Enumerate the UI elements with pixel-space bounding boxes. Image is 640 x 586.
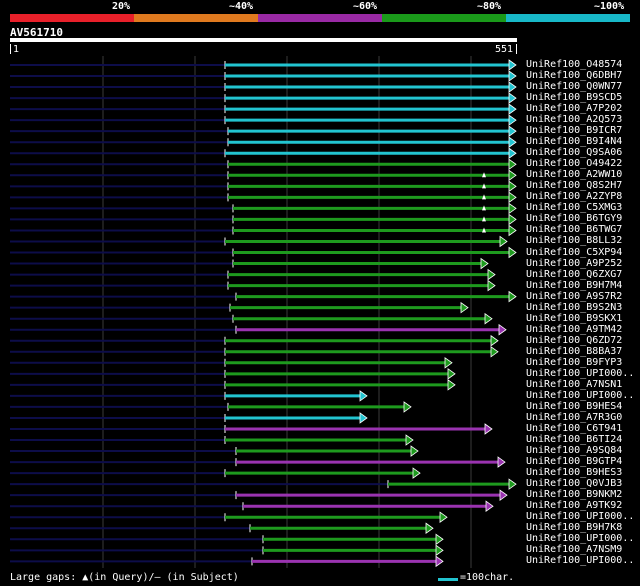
hit-label[interactable]: UniRef100_A7P202 bbox=[526, 103, 622, 114]
hit-arrow-icon bbox=[435, 555, 444, 568]
hit-label[interactable]: UniRef100_Q6ZD72 bbox=[526, 335, 622, 346]
hit-arrow-icon bbox=[508, 478, 517, 490]
hit-arrow-icon bbox=[508, 202, 517, 215]
hit-arrow-icon bbox=[487, 268, 496, 281]
hit-arrow-icon bbox=[359, 412, 368, 424]
hit-label[interactable]: UniRef100_B9HES3 bbox=[526, 467, 622, 478]
hit-label[interactable]: UniRef100_B9S2N3 bbox=[526, 302, 622, 313]
hit-label[interactable]: UniRef100_B9H7M4 bbox=[526, 280, 622, 291]
hit-arrow-icon bbox=[444, 357, 453, 369]
hit-label[interactable]: UniRef100_B9ICR7 bbox=[526, 125, 622, 136]
hit-label[interactable]: UniRef100_A9TK92 bbox=[526, 500, 622, 511]
hit-label[interactable]: UniRef100_B9FYP3 bbox=[526, 357, 622, 368]
hit-arrow-icon bbox=[447, 379, 456, 391]
hit-arrow-icon bbox=[487, 279, 496, 292]
hit-arrow-icon bbox=[508, 213, 517, 226]
hit-label[interactable]: UniRef100_UPI000.. bbox=[526, 533, 634, 544]
hit-arrow-icon bbox=[490, 346, 499, 358]
hit-label[interactable]: UniRef100_A9P252 bbox=[526, 258, 622, 269]
hit-arrow-icon bbox=[499, 489, 508, 501]
hit-label[interactable]: UniRef100_Q9SA06 bbox=[526, 147, 622, 158]
hit-label[interactable]: UniRef100_B9HES4 bbox=[526, 401, 622, 412]
hit-label[interactable]: UniRef100_UPI000.. bbox=[526, 555, 634, 566]
hit-arrow-icon bbox=[435, 533, 444, 546]
hit-arrow-icon bbox=[460, 301, 469, 314]
hit-arrow-icon bbox=[497, 456, 506, 468]
hit-label[interactable]: UniRef100_A7R3G0 bbox=[526, 412, 622, 423]
hit-arrow-icon bbox=[508, 191, 517, 204]
hit-label[interactable]: UniRef100_A9TM42 bbox=[526, 324, 622, 335]
hit-label[interactable]: UniRef100_O49422 bbox=[526, 158, 622, 169]
hit-label[interactable]: UniRef100_A2ZYP8 bbox=[526, 191, 622, 202]
hit-label[interactable]: UniRef100_C6T941 bbox=[526, 423, 622, 434]
hit-label[interactable]: UniRef100_B6TI24 bbox=[526, 434, 622, 445]
hit-arrow-icon bbox=[405, 434, 414, 446]
hit-label[interactable]: UniRef100_Q6DBH7 bbox=[526, 70, 622, 81]
hit-label[interactable]: UniRef100_B9NKM2 bbox=[526, 489, 622, 500]
scale-bar bbox=[438, 578, 458, 581]
hit-label[interactable]: UniRef100_Q0VJB3 bbox=[526, 478, 622, 489]
hit-label[interactable]: UniRef100_A7NSM9 bbox=[526, 544, 622, 555]
hit-label[interactable]: UniRef100_B9SKX1 bbox=[526, 313, 622, 324]
hit-label[interactable]: UniRef100_UPI000.. bbox=[526, 368, 634, 379]
hit-label[interactable]: UniRef100_C5XP94 bbox=[526, 247, 622, 258]
hit-label[interactable]: UniRef100_UPI000.. bbox=[526, 390, 634, 401]
hit-arrow-icon bbox=[410, 445, 419, 457]
hit-arrow-icon bbox=[425, 522, 434, 535]
hit-label[interactable]: UniRef100_B9H7K8 bbox=[526, 522, 622, 533]
hit-arrow-icon bbox=[508, 180, 517, 193]
hit-arrow-icon bbox=[480, 257, 489, 270]
hit-label[interactable]: UniRef100_B9I4N4 bbox=[526, 136, 622, 147]
hit-arrow-icon bbox=[508, 136, 517, 148]
hit-arrow-icon bbox=[490, 334, 499, 347]
hit-arrow-icon bbox=[499, 235, 508, 248]
hit-label[interactable]: UniRef100_C5XMG3 bbox=[526, 202, 622, 213]
hit-label[interactable]: UniRef100_B6TGY9 bbox=[526, 213, 622, 224]
hit-arrow-icon bbox=[403, 401, 412, 413]
hit-label[interactable]: UniRef100_B8BA37 bbox=[526, 346, 622, 357]
hit-arrow-icon bbox=[508, 92, 517, 104]
hit-arrow-icon bbox=[412, 467, 421, 479]
hit-label[interactable]: UniRef100_Q0WN77 bbox=[526, 81, 622, 92]
hit-label[interactable]: UniRef100_B9SCD5 bbox=[526, 92, 622, 103]
hit-arrow-icon bbox=[439, 511, 448, 524]
hit-arrow-icon bbox=[498, 323, 507, 336]
hit-arrow-icon bbox=[484, 423, 493, 435]
hit-label[interactable]: UniRef100_Q8S2H7 bbox=[526, 180, 622, 191]
hit-arrow-icon bbox=[508, 246, 517, 259]
hit-arrow-icon bbox=[435, 544, 444, 557]
hit-arrow-icon bbox=[508, 169, 517, 182]
hit-arrow-icon bbox=[508, 103, 517, 115]
hit-label[interactable]: UniRef100_O48574 bbox=[526, 59, 622, 70]
hit-arrow-icon bbox=[508, 114, 517, 126]
hit-label[interactable]: UniRef100_A9S7R2 bbox=[526, 291, 622, 302]
hit-label[interactable]: UniRef100_B9GTP4 bbox=[526, 456, 622, 467]
hit-arrow-icon bbox=[508, 70, 517, 82]
hit-label[interactable]: UniRef100_A7NSN1 bbox=[526, 379, 622, 390]
scale-label: =100char. bbox=[460, 572, 515, 583]
large-gaps-legend: Large gaps: ▲(in Query)/— (in Subject) bbox=[10, 572, 239, 583]
hit-arrow-icon bbox=[508, 125, 517, 137]
hit-label[interactable]: UniRef100_B8LL32 bbox=[526, 235, 622, 246]
hit-label[interactable]: UniRef100_A9SQ84 bbox=[526, 445, 622, 456]
hit-arrow-icon bbox=[359, 390, 368, 402]
hit-arrow-icon bbox=[508, 147, 517, 160]
hit-label[interactable]: UniRef100_B6TWG7 bbox=[526, 224, 622, 235]
hit-arrow-icon bbox=[508, 59, 517, 71]
hit-arrow-icon bbox=[508, 81, 517, 93]
hit-arrow-icon bbox=[485, 500, 494, 512]
hit-label[interactable]: UniRef100_Q6ZXG7 bbox=[526, 269, 622, 280]
hit-arrow-icon bbox=[508, 224, 517, 237]
hit-arrow-icon bbox=[484, 312, 493, 325]
hit-arrow-icon bbox=[508, 290, 517, 303]
hit-arrow-icon bbox=[447, 368, 456, 380]
hit-label[interactable]: UniRef100_A2WW10 bbox=[526, 169, 622, 180]
hit-label[interactable]: UniRef100_A2Q573 bbox=[526, 114, 622, 125]
hit-arrow-icon bbox=[508, 158, 517, 171]
hit-label[interactable]: UniRef100_UPI000.. bbox=[526, 511, 634, 522]
